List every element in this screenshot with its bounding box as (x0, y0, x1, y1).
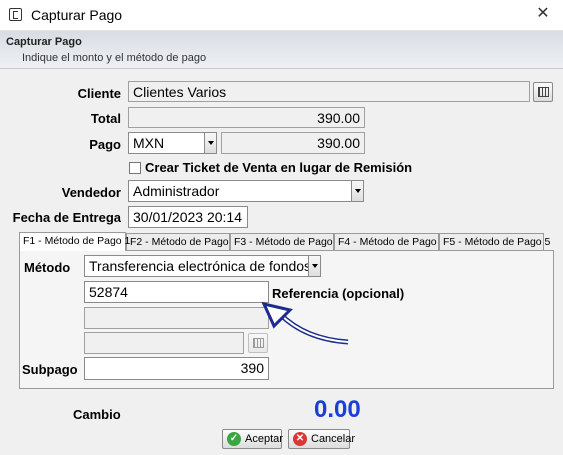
aceptar-button[interactable]: ✓ Aceptar (222, 429, 283, 449)
referencia-field[interactable]: 52874 (84, 281, 269, 303)
tab-metodo-pago-1[interactable]: F1 - Método de Pago 1 (19, 232, 130, 251)
header-subtitle: Indique el monto y el método de pago (22, 52, 207, 64)
vendedor-label: Vendedor (61, 185, 121, 200)
cliente-label: Cliente (77, 86, 121, 101)
cambio-value: 0.00 (314, 396, 361, 423)
check-icon: ✓ (227, 432, 241, 446)
header-title: Capturar Pago (6, 36, 82, 48)
cliente-search-button[interactable] (533, 82, 553, 102)
cancelar-label: Cancelar (311, 433, 356, 445)
tab-metodo-pago-5[interactable]: F5 - Método de Pago 5 (439, 233, 550, 250)
arrow-annotation-icon (261, 301, 349, 345)
extra-field-2 (84, 332, 244, 354)
cliente-field[interactable]: Clientes Varios (128, 81, 530, 102)
calendar-icon (538, 87, 549, 97)
crear-ticket-checkbox[interactable] (129, 162, 141, 174)
metodo-dropdown-button[interactable] (308, 255, 321, 277)
app-icon (9, 8, 22, 21)
total-label: Total (90, 111, 121, 126)
cambio-label: Cambio (73, 407, 121, 422)
metodo-select[interactable]: Transferencia electrónica de fondos (84, 255, 310, 277)
pago-amount-field[interactable]: 390.00 (221, 132, 365, 154)
metodo-label: Método (24, 260, 71, 275)
total-field: 390.00 (128, 107, 365, 128)
cancelar-button[interactable]: ✕ Cancelar (288, 429, 355, 449)
pago-label: Pago (89, 137, 121, 152)
currency-select[interactable]: MXN (128, 132, 206, 154)
extra-field-1 (84, 307, 269, 329)
tab-metodo-pago-4[interactable]: F4 - Método de Pago 4 (334, 233, 445, 250)
close-button[interactable]: ✕ (533, 4, 553, 24)
vendedor-dropdown-button[interactable] (351, 180, 364, 202)
fecha-entrega-field[interactable]: 30/01/2023 20:14 (128, 206, 248, 228)
currency-dropdown-button[interactable] (204, 132, 217, 154)
tab-metodo-pago-3[interactable]: F3 - Método de Pago 3 (230, 233, 341, 250)
vendedor-select[interactable]: Administrador (128, 180, 353, 202)
subpago-field[interactable]: 390 (84, 357, 269, 380)
subpago-label: Subpago (22, 362, 78, 377)
fecha-entrega-label: Fecha de Entrega (12, 210, 121, 225)
cancel-icon: ✕ (293, 432, 307, 446)
header-panel: Capturar Pago Indique el monto y el méto… (0, 31, 563, 69)
window-titlebar: Capturar Pago ✕ (0, 0, 563, 31)
crear-ticket-label[interactable]: Crear Ticket de Venta en lugar de Remisi… (145, 160, 412, 175)
aceptar-label: Aceptar (245, 433, 283, 445)
tab-metodo-pago-2[interactable]: F2 - Método de Pago 2 (126, 233, 237, 250)
window-title: Capturar Pago (31, 7, 123, 23)
